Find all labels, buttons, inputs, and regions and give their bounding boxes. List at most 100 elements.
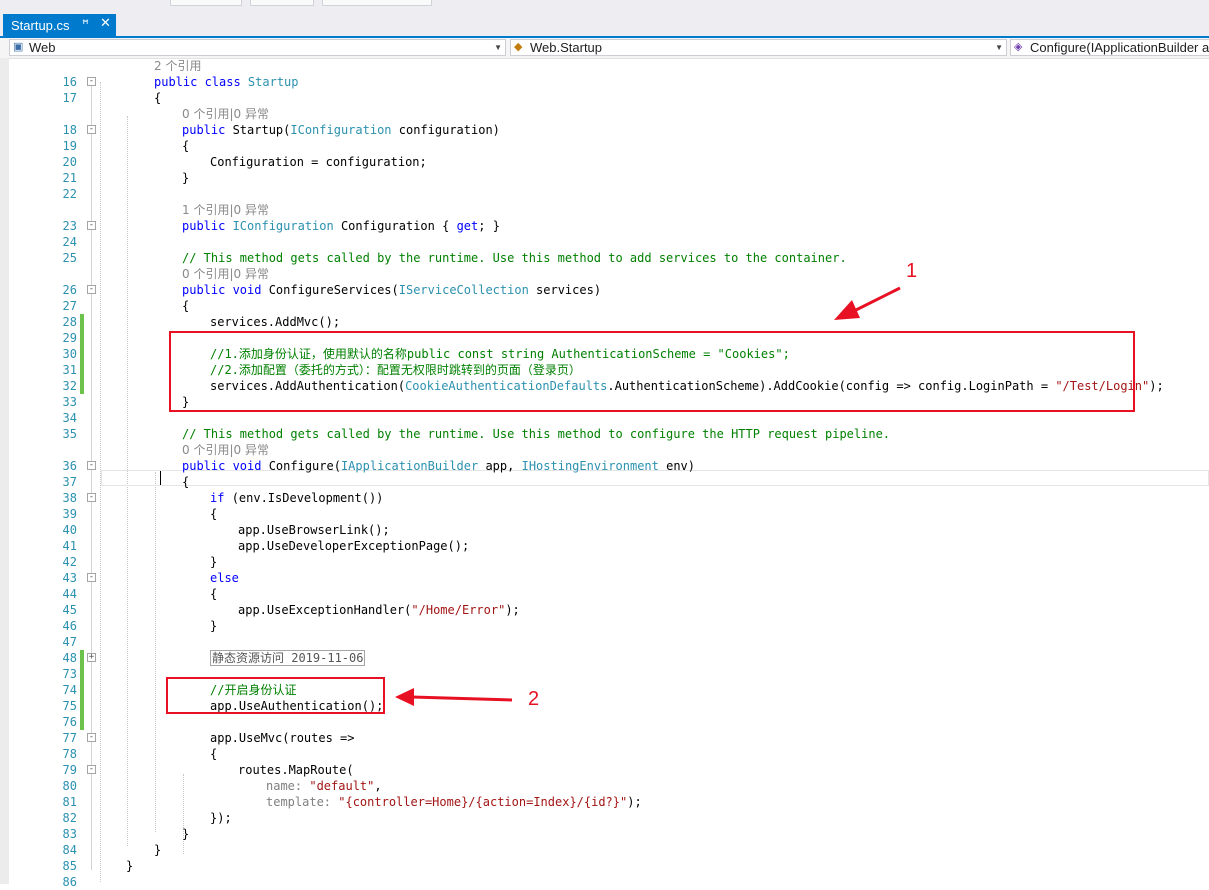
codelens-references[interactable]: 1 个引用|0 异常 bbox=[182, 202, 269, 218]
code-line[interactable]: 40 app.UseBrowserLink(); bbox=[0, 522, 1209, 538]
code-line[interactable]: 26 - public void ConfigureServices(IServic… bbox=[0, 282, 1209, 298]
codelens-references[interactable]: 0 个引用|0 异常 bbox=[182, 442, 269, 458]
code-line[interactable]: 34 bbox=[0, 410, 1209, 426]
code-line[interactable]: 1 个引用|0 异常 bbox=[0, 202, 1209, 218]
code-line[interactable]: 18 - public Startup(IConfiguration configu… bbox=[0, 122, 1209, 138]
line-number: 38 bbox=[62, 491, 77, 505]
code-token: { bbox=[182, 139, 190, 153]
document-tab-strip: Startup.cs ꟸ ✕ bbox=[0, 6, 1209, 42]
code-line[interactable]: 43 - else bbox=[0, 570, 1209, 586]
code-text: { bbox=[182, 298, 189, 314]
code-text: { bbox=[154, 90, 161, 106]
line-number: 46 bbox=[62, 619, 77, 633]
code-line[interactable]: 16 - public class Startup bbox=[0, 74, 1209, 90]
code-line[interactable]: 86 bbox=[0, 874, 1209, 890]
code-line[interactable]: 46} bbox=[0, 618, 1209, 634]
line-number: 44 bbox=[62, 587, 77, 601]
collapse-icon[interactable]: - bbox=[87, 733, 96, 742]
code-line[interactable]: 20 Configuration = configuration; bbox=[0, 154, 1209, 170]
code-line[interactable]: 79 - routes.MapRoute( bbox=[0, 762, 1209, 778]
codelens-references[interactable]: 0 个引用|0 异常 bbox=[182, 266, 269, 282]
line-number: 24 bbox=[62, 235, 77, 249]
code-line[interactable]: 44 { bbox=[0, 586, 1209, 602]
class-dropdown[interactable]: ◆ Web.Startup ▼ bbox=[510, 39, 1007, 56]
code-line[interactable]: 36 - public void Configure(IApplicationBui… bbox=[0, 458, 1209, 474]
code-line[interactable]: 0 个引用|0 异常 bbox=[0, 266, 1209, 282]
code-line[interactable]: 77 - app.UseMvc(routes => bbox=[0, 730, 1209, 746]
project-icon: ▣ bbox=[13, 41, 24, 53]
codelens-references[interactable]: 0 个引用|0 异常 bbox=[182, 106, 269, 122]
line-number: 80 bbox=[62, 779, 77, 793]
change-marker bbox=[80, 666, 84, 682]
code-line[interactable]: 47 bbox=[0, 634, 1209, 650]
code-line[interactable]: 83} bbox=[0, 826, 1209, 842]
code-token: routes.MapRoute( bbox=[238, 763, 354, 777]
code-line[interactable]: 41 app.UseDeveloperExceptionPage(); bbox=[0, 538, 1209, 554]
code-line[interactable]: 25 // This method gets called by the runt… bbox=[0, 250, 1209, 266]
collapse-icon[interactable]: - bbox=[87, 573, 96, 582]
code-token: // This method gets called by the runtim… bbox=[182, 251, 847, 265]
code-line[interactable]: 35 // This method gets called by the runt… bbox=[0, 426, 1209, 442]
close-icon[interactable]: ✕ bbox=[100, 16, 111, 31]
collapse-icon[interactable]: - bbox=[87, 765, 96, 774]
code-token: "default" bbox=[309, 779, 375, 793]
code-line[interactable]: 42} bbox=[0, 554, 1209, 570]
code-line[interactable]: 24 bbox=[0, 234, 1209, 250]
code-line[interactable]: 17 { bbox=[0, 90, 1209, 106]
code-line[interactable]: 78 { bbox=[0, 746, 1209, 762]
code-editor[interactable]: 2 个引用 16 - public class Startup 17 {0 个引用|0 异… bbox=[0, 58, 1209, 889]
pin-icon[interactable]: ꟸ bbox=[82, 17, 89, 31]
code-line[interactable]: 82}); bbox=[0, 810, 1209, 826]
code-token: public bbox=[182, 219, 233, 233]
code-line[interactable]: 37 { bbox=[0, 474, 1209, 490]
code-token: } bbox=[210, 619, 218, 633]
code-line[interactable]: 39 { bbox=[0, 506, 1209, 522]
code-line[interactable]: 0 个引用|0 异常 bbox=[0, 106, 1209, 122]
code-text: } bbox=[210, 618, 217, 634]
collapse-icon[interactable]: - bbox=[87, 461, 96, 470]
code-text: } bbox=[210, 554, 217, 570]
code-token: IApplicationBuilder bbox=[340, 459, 479, 473]
code-token: Startup( bbox=[232, 123, 291, 137]
line-number: 43 bbox=[62, 571, 77, 585]
code-line[interactable]: 85} bbox=[0, 858, 1209, 874]
code-line[interactable]: 48 + 静态资源访问 2019-11-06 bbox=[0, 650, 1209, 666]
code-line[interactable]: 0 个引用|0 异常 bbox=[0, 442, 1209, 458]
collapse-icon[interactable]: - bbox=[87, 493, 96, 502]
line-number: 19 bbox=[62, 139, 77, 153]
code-line[interactable]: 80 name: "default", bbox=[0, 778, 1209, 794]
code-line[interactable]: 27 { bbox=[0, 298, 1209, 314]
line-number: 48 bbox=[62, 651, 77, 665]
code-line[interactable]: 45 app.UseExceptionHandler("/Home/Error")… bbox=[0, 602, 1209, 618]
code-line[interactable]: 81 template: "{controller=Home}/{action=I… bbox=[0, 794, 1209, 810]
line-number: 81 bbox=[62, 795, 77, 809]
codelens-references[interactable]: 2 个引用 bbox=[154, 58, 201, 74]
code-line[interactable]: 84} bbox=[0, 842, 1209, 858]
code-line[interactable]: 2 个引用 bbox=[0, 58, 1209, 74]
line-number: 41 bbox=[62, 539, 77, 553]
code-text: app.UseExceptionHandler("/Home/Error"); bbox=[238, 602, 520, 618]
tab-title: Startup.cs bbox=[11, 18, 70, 33]
code-line[interactable]: 28 services.AddMvc(); bbox=[0, 314, 1209, 330]
collapse-icon[interactable]: - bbox=[87, 77, 96, 86]
code-text: public class Startup bbox=[154, 74, 299, 90]
line-number: 29 bbox=[62, 331, 77, 345]
code-line[interactable]: 38 - if (env.IsDevelopment()) bbox=[0, 490, 1209, 506]
code-token: Configuration { bbox=[333, 219, 457, 233]
code-line[interactable]: 76 bbox=[0, 714, 1209, 730]
code-line[interactable]: 19 { bbox=[0, 138, 1209, 154]
collapsed-region[interactable]: 静态资源访问 2019-11-06 bbox=[210, 650, 366, 666]
code-token: app.UseDeveloperExceptionPage(); bbox=[238, 539, 470, 553]
collapse-icon[interactable]: - bbox=[87, 125, 96, 134]
code-line[interactable]: 21} bbox=[0, 170, 1209, 186]
code-token: ); bbox=[505, 603, 520, 617]
code-token: } bbox=[210, 555, 218, 569]
collapse-icon[interactable]: - bbox=[87, 285, 96, 294]
code-line[interactable]: 22 bbox=[0, 186, 1209, 202]
expand-icon[interactable]: + bbox=[87, 653, 96, 662]
code-line[interactable]: 23 - public IConfiguration Configuration {… bbox=[0, 218, 1209, 234]
collapse-icon[interactable]: - bbox=[87, 221, 96, 230]
project-dropdown[interactable]: ▣ Web ▼ bbox=[9, 39, 506, 56]
code-token: get bbox=[456, 219, 479, 233]
member-dropdown[interactable]: ◈ Configure(IApplicationBuilder a bbox=[1010, 39, 1209, 56]
